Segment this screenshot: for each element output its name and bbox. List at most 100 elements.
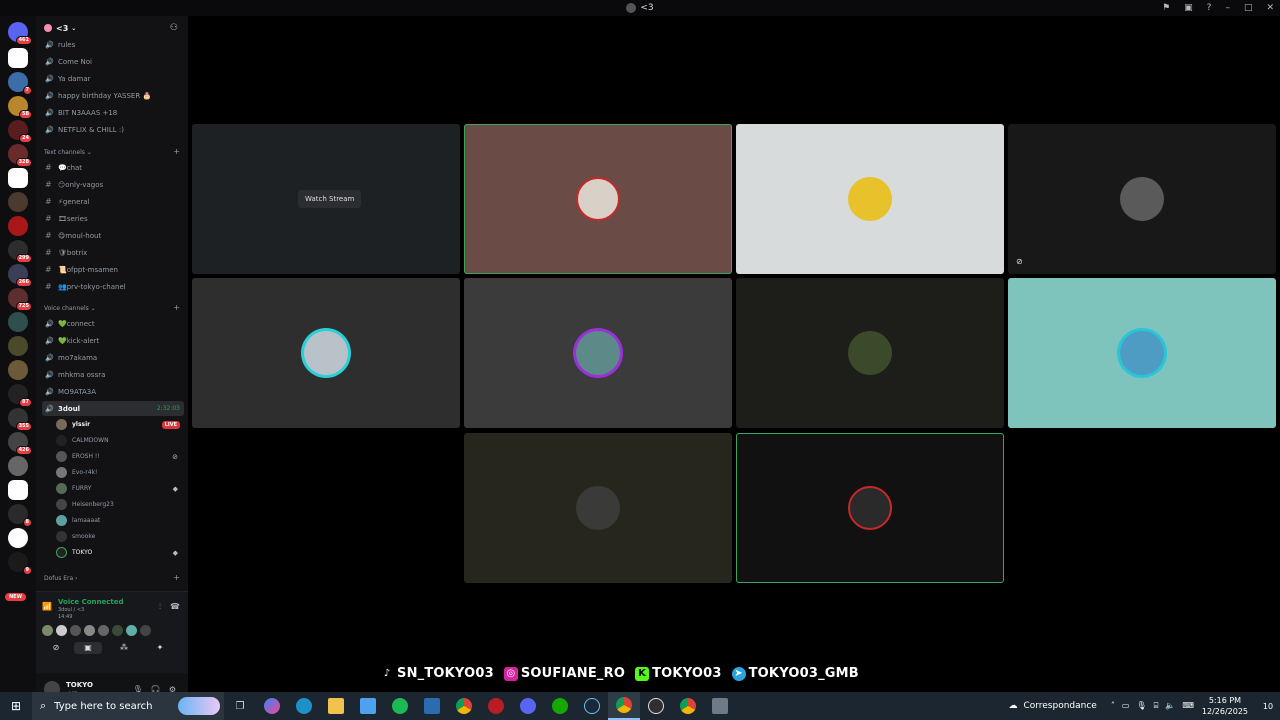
server-icon[interactable]: 299 — [8, 240, 32, 263]
active-voice-channel[interactable]: 🔊 3doul 2:32:03 — [42, 401, 184, 416]
text-channel[interactable]: # 💬chat — [42, 160, 184, 175]
voice-channel[interactable]: 🔊 mo7akama — [42, 350, 184, 365]
server-icon[interactable] — [8, 48, 28, 68]
disconnect-icon[interactable]: ☎ — [170, 602, 180, 612]
mic-icon[interactable]: 🎙 — [1136, 701, 1146, 711]
copilot-icon[interactable] — [256, 692, 288, 720]
category-text-channels[interactable]: Text channels ⌄ + — [44, 148, 180, 157]
clock[interactable]: 5:16 PM 12/26/2025 — [1202, 695, 1248, 717]
participant-tile[interactable] — [1008, 278, 1276, 428]
server-icon[interactable] — [8, 192, 28, 212]
server-icon[interactable] — [8, 168, 28, 188]
voice-user[interactable]: Heisenberg23 — [56, 497, 184, 512]
server-icon[interactable]: 266 — [8, 264, 32, 287]
accessibility-server-icon[interactable] — [8, 528, 28, 548]
voice-channel[interactable]: 🔊 mhkma ossra — [42, 367, 184, 382]
voice-channel[interactable]: 🔊 BIT N3AAAS +18 — [42, 105, 184, 120]
server-icon[interactable]: 24 — [8, 120, 32, 143]
voice-user[interactable]: Evo-r4k! — [56, 465, 184, 480]
participant-tile[interactable] — [464, 433, 732, 583]
notification-center-icon[interactable]: 10 — [1256, 692, 1280, 720]
voice-status[interactable]: Voice Connected — [58, 598, 124, 606]
server-icon[interactable] — [8, 480, 28, 500]
participant-tile[interactable] — [736, 124, 1004, 274]
game-app-icon[interactable] — [480, 692, 512, 720]
text-channel[interactable]: # 😏only-vagos — [42, 177, 184, 192]
participant-avatar[interactable] — [126, 625, 137, 636]
edge-icon[interactable] — [288, 692, 320, 720]
voice-channel[interactable]: 🔊 happy birthday YASSER 🎂 — [42, 88, 184, 103]
battery-icon[interactable]: ▭ — [1122, 701, 1130, 711]
store-icon[interactable] — [352, 692, 384, 720]
voice-channel-path[interactable]: 3doul / <3 — [58, 607, 84, 613]
voice-user[interactable]: ylssir LIVE — [56, 417, 184, 432]
server-icon[interactable]: 328 — [8, 144, 32, 167]
participant-tile[interactable] — [192, 278, 460, 428]
voice-user[interactable]: smooke — [56, 529, 184, 544]
voice-channel[interactable]: 🔊 💚connect — [42, 316, 184, 331]
voice-channel[interactable]: 🔊 MO9ATA3A — [42, 384, 184, 399]
soundboard-button[interactable]: ✦ — [146, 642, 174, 654]
participant-tile[interactable] — [736, 278, 1004, 428]
participant-avatar[interactable] — [112, 625, 123, 636]
server-icon[interactable] — [8, 336, 28, 356]
language-icon[interactable]: ⌨ — [1182, 701, 1194, 711]
server-icon[interactable] — [8, 216, 28, 236]
voice-user[interactable]: FURRY ◆ — [56, 481, 184, 496]
minimize-button[interactable]: – — [1225, 3, 1230, 13]
close-button[interactable]: ✕ — [1266, 3, 1274, 13]
spotify-icon[interactable] — [384, 692, 416, 720]
text-channel[interactable]: # 🎞series — [42, 211, 184, 226]
noise-suppression-icon[interactable]: ⫶ — [159, 602, 161, 612]
inbox-icon[interactable]: ⚑ — [1162, 3, 1170, 13]
weather-widget[interactable]: ☁ Correspondance — [1008, 701, 1096, 711]
home-button[interactable]: 461 — [8, 22, 32, 45]
start-button[interactable]: ⊞ — [0, 692, 32, 720]
server-icon[interactable]: 9 — [8, 552, 32, 575]
voice-channel[interactable]: 🔊 NETFLIX & CHILL :) — [42, 122, 184, 137]
invite-icon[interactable]: ⚇ — [170, 23, 178, 33]
server-icon[interactable]: 426 — [8, 432, 32, 455]
voice-channel[interactable]: 🔊 💚kick-alert — [42, 333, 184, 348]
voice-user[interactable]: EROSH !! ⊘ — [56, 449, 184, 464]
voice-channel[interactable]: 🔊 Ya damar — [42, 71, 184, 86]
stream-tile[interactable]: Watch Stream — [192, 124, 460, 274]
camera-off-button[interactable]: ⊘ — [42, 642, 70, 654]
maximize-button[interactable]: □ — [1244, 3, 1253, 13]
voice-user[interactable]: TOKYO ◆ — [56, 545, 184, 560]
activities-button[interactable]: ⁂ — [110, 642, 138, 654]
participant-tile[interactable] — [464, 124, 732, 274]
voice-channel[interactable]: 🔊 rules — [42, 37, 184, 52]
voice-user[interactable]: CALMDOWN — [56, 433, 184, 448]
server-icon[interactable]: 8 — [8, 504, 32, 527]
server-icon[interactable]: 725 — [8, 288, 32, 311]
participant-tile[interactable] — [464, 278, 732, 428]
new-badge[interactable]: NEW — [5, 593, 27, 601]
participant-avatar[interactable] — [140, 625, 151, 636]
screen-icon[interactable]: ▣ — [1184, 3, 1193, 13]
mail-icon[interactable] — [416, 692, 448, 720]
category-voice-channels[interactable]: Voice channels ⌄ + — [44, 304, 180, 313]
participant-avatar[interactable] — [42, 625, 53, 636]
obs-icon[interactable] — [640, 692, 672, 720]
text-channel[interactable]: # 👥prv-tokyo-chanel — [42, 279, 184, 294]
add-channel-icon[interactable]: + — [173, 148, 180, 156]
help-icon[interactable]: ? — [1207, 3, 1212, 13]
server-icon[interactable]: 58 — [8, 96, 32, 119]
text-channel[interactable]: # 📜ofppt-msamen — [42, 262, 184, 277]
chrome-icon[interactable] — [448, 692, 480, 720]
participant-avatar[interactable] — [84, 625, 95, 636]
text-channel[interactable]: # 😋moul-hout — [42, 228, 184, 243]
participant-tile[interactable]: ⊘ — [1008, 124, 1276, 274]
text-channel[interactable]: # 🛡botrix — [42, 245, 184, 260]
category-dofus-era[interactable]: Dofus Era › + — [44, 574, 180, 583]
discord-icon[interactable] — [512, 692, 544, 720]
taskbar-search[interactable]: ⌕ Type here to search — [32, 692, 224, 720]
add-channel-icon[interactable]: + — [173, 304, 180, 312]
upwork-icon[interactable] — [544, 692, 576, 720]
chrome-active-icon[interactable] — [608, 692, 640, 720]
participant-avatar[interactable] — [56, 625, 67, 636]
steam-icon[interactable] — [576, 692, 608, 720]
voice-channel[interactable]: 🔊 Come Noi — [42, 54, 184, 69]
participant-tile[interactable] — [736, 433, 1004, 583]
